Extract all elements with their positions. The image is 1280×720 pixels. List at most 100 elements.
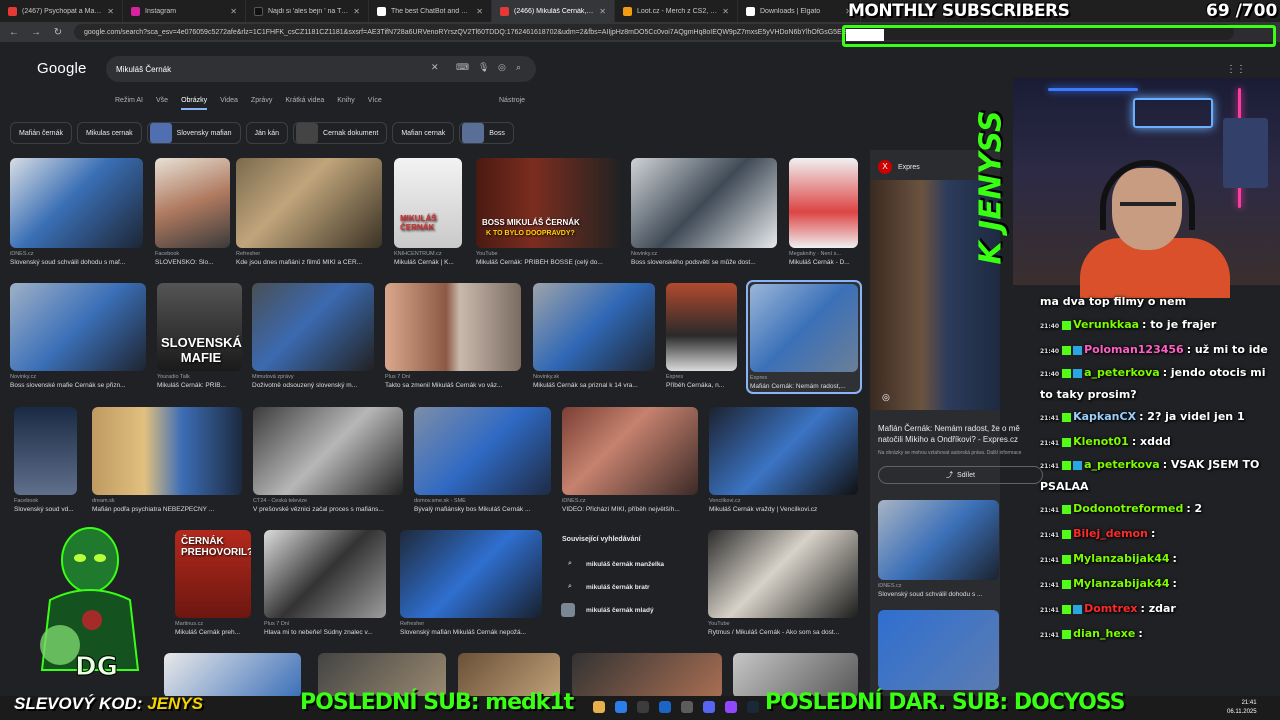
image-result[interactable]: Novinky.cz Boss slovenského podsvětí se m… — [631, 158, 777, 266]
close-tab-icon[interactable]: ✕ — [107, 7, 114, 16]
result-image — [155, 158, 230, 248]
image-result[interactable]: Mimutová zprávy Doživotně odsouzený slove… — [252, 283, 374, 389]
more-result[interactable] — [878, 610, 999, 690]
kick-badge-icon — [1062, 604, 1072, 614]
refine-chips: Mafián černák Mikulas cernak Slovensky m… — [10, 122, 514, 144]
preview-title[interactable]: Mafián Černák: Nemám radost, že o mě nat… — [878, 423, 1043, 445]
image-result[interactable]: YouTube Rytmus / Mikuláš Černák - Ako som… — [708, 530, 858, 636]
edge-icon[interactable] — [615, 701, 627, 713]
chip[interactable]: Mikulas cernak — [76, 122, 142, 144]
image-result[interactable]: Refresher Kde jsou dnes mafiáni z filmů M… — [236, 158, 382, 266]
app-icon[interactable] — [681, 701, 693, 713]
google-logo[interactable]: Google — [37, 60, 87, 77]
chip[interactable]: Mafián černák — [10, 122, 72, 144]
browser-tab[interactable]: Najdi si 'ales bejn ' na TikTok |✕ — [246, 0, 369, 22]
image-result[interactable]: CT24 - Česká televize V prešovské věznici… — [253, 407, 403, 513]
image-result[interactable]: domov.sme.sk - SME Bývalý mafiánsky bos M… — [414, 407, 551, 513]
tab-news[interactable]: Zprávy — [251, 97, 272, 110]
tab-more[interactable]: Více — [368, 97, 382, 110]
tab-books[interactable]: Knihy — [337, 97, 355, 110]
browser-tab[interactable]: (2467) Psychopat a Majmer vid✕ — [0, 0, 123, 22]
tab-all[interactable]: Vše — [156, 97, 168, 110]
search-box[interactable]: Mikuláš Černák ✕ ⌨ 🎙 ◎ ⌕ — [106, 56, 536, 82]
chat-message: 21:41 KapkanCX: 2? ja videl jen 1 — [1040, 410, 1245, 423]
chip[interactable]: Boss — [459, 122, 514, 144]
related-search-item[interactable]: ⌕ mikuláš černák bratr — [556, 576, 696, 599]
browser-tab[interactable]: Downloads | Elgato ✕ — [738, 0, 861, 22]
tab-images[interactable]: Obrázky — [181, 97, 208, 110]
result-image — [878, 500, 999, 580]
search-icon[interactable]: ⌕ — [516, 62, 521, 73]
subscriber-badge-icon — [1073, 604, 1083, 614]
chip[interactable]: Mafian cernak — [392, 122, 455, 144]
image-result[interactable]: Facebook SLOVENSKO: Slo... — [155, 158, 230, 266]
tab-ai[interactable]: Režim AI — [115, 97, 143, 110]
chip[interactable]: Slovensky mafian — [146, 122, 241, 144]
image-result[interactable] — [572, 653, 722, 698]
close-tab-icon[interactable]: ✕ — [722, 7, 729, 16]
instagram-icon — [131, 6, 140, 16]
browser-tab[interactable]: Loot.cz - Merch z CS2, Fortnite✕ — [615, 0, 738, 22]
twitch-icon[interactable] — [725, 701, 737, 713]
browser-tab[interactable]: Instagram ✕ — [123, 0, 246, 22]
search-query[interactable]: Mikuláš Černák — [116, 65, 171, 74]
related-search-item[interactable]: mikuláš černák mladý — [556, 599, 696, 622]
image-result[interactable]: iDNES.cz VIDEO: Přichází MIKI, příběh nej… — [562, 407, 698, 513]
mic-icon[interactable]: 🎙 — [478, 62, 489, 73]
system-clock[interactable]: 21:41 06.11.2025 — [1227, 699, 1257, 717]
image-result[interactable]: Novinky.cz Boss slovenské mafie Černák se… — [10, 283, 146, 389]
close-tab-icon[interactable]: ✕ — [476, 7, 483, 16]
image-result[interactable]: iDNES.cz Slovenský soud schválil dohodu s… — [10, 158, 143, 266]
browser-tab-active[interactable]: (2466) Mikuláš Černák, Boss pr✕ — [492, 0, 615, 22]
tools-button[interactable]: Nástroje — [499, 97, 525, 104]
discord-icon[interactable] — [703, 701, 715, 713]
related-search-item[interactable]: ⌕ mikuláš černák manželka — [556, 553, 696, 576]
file-explorer-icon[interactable] — [593, 701, 605, 713]
image-result[interactable]: SLOVENSKÁ MAFIE Youradio Talk Mikuláš Čer… — [157, 283, 242, 389]
app-icon[interactable] — [637, 701, 649, 713]
browser-tab-strip: (2467) Psychopat a Majmer vid✕ Instagram… — [0, 0, 1280, 22]
keyboard-icon[interactable]: ⌨ — [456, 62, 469, 73]
close-tab-icon[interactable]: ✕ — [353, 7, 360, 16]
image-result[interactable]: MIKULÁŠ ČERNÁK KNIHCENTRUM.cz Mikuláš Čer… — [394, 158, 462, 266]
app-icon[interactable] — [659, 701, 671, 713]
apps-icon[interactable]: ⋮⋮ — [1226, 64, 1246, 75]
tab-videos[interactable]: Videa — [220, 97, 238, 110]
share-button[interactable]: ⤴ Sdílet — [878, 466, 1043, 484]
related-title: Související vyhledávání — [562, 536, 641, 543]
more-result[interactable]: iDNES.cz Slovenský soud schválil dohodu s… — [878, 500, 999, 598]
back-icon[interactable]: ← — [8, 27, 20, 38]
chip[interactable]: Ján kán — [245, 122, 289, 144]
chat-message: 21:40 Poloman123456: už mi to ide — [1040, 343, 1268, 356]
image-result[interactable]: Expres Příběh Černáka, n... — [666, 283, 737, 389]
tab-short-videos[interactable]: Krátká videa — [285, 97, 324, 110]
image-result[interactable]: Plus 7 Dní Takto sa zmenil Mikuláš Černák… — [385, 283, 521, 389]
glasses — [1120, 202, 1176, 212]
image-result[interactable]: Refresher Slovenský mafián Mikuláš Černák… — [400, 530, 542, 636]
image-result[interactable]: Megaknihy · Není s... Mikuláš Černák - D.… — [789, 158, 858, 266]
lens-icon[interactable]: ◎ — [882, 392, 890, 403]
close-tab-icon[interactable]: ✕ — [230, 7, 237, 16]
steam-icon[interactable] — [747, 701, 759, 713]
close-tab-icon[interactable]: ✕ — [599, 7, 606, 16]
image-result[interactable]: ČERNÁK PREHOVORIL? Martinus.cz Mikuláš Če… — [175, 530, 251, 636]
kick-badge-icon — [1062, 529, 1072, 539]
clear-icon[interactable]: ✕ — [431, 62, 439, 73]
preview-source[interactable]: X Expres — [878, 160, 920, 174]
image-result[interactable]: dream.sk Mafián podľa psychiatra NEBEZPEČ… — [92, 407, 242, 513]
image-result[interactable]: Facebook Slovenský soud vd... — [14, 407, 77, 513]
image-result[interactable]: Vencilkovi.cz Mikuláš Černák vraždy | Ven… — [709, 407, 858, 513]
image-result[interactable]: Plus 7 Dní Hlava mi to nebeňe! Súdny znal… — [264, 530, 386, 636]
share-icon: ⤴ — [946, 472, 954, 479]
lens-icon[interactable]: ◎ — [498, 62, 506, 73]
image-result[interactable]: Novinky.sk Mikuláš Černák sa priznal k 14… — [533, 283, 655, 389]
chip[interactable]: Cernak dokument — [293, 122, 388, 144]
image-result[interactable]: BOSS MIKULÁŠ ČERNÁK K TO BYLO DOOPRAVDY? … — [476, 158, 620, 266]
forward-icon[interactable]: → — [30, 27, 42, 38]
browser-tab[interactable]: The best ChatBot and Widgets✕ — [369, 0, 492, 22]
reload-icon[interactable]: ↻ — [52, 27, 64, 38]
chat-message: 21:40 Verunkkaa: to je frajer — [1040, 318, 1217, 331]
image-result-selected[interactable]: Expres Mafián Černák: Nemám radost,... — [746, 280, 862, 394]
result-image — [264, 530, 386, 618]
image-result[interactable] — [164, 653, 301, 698]
